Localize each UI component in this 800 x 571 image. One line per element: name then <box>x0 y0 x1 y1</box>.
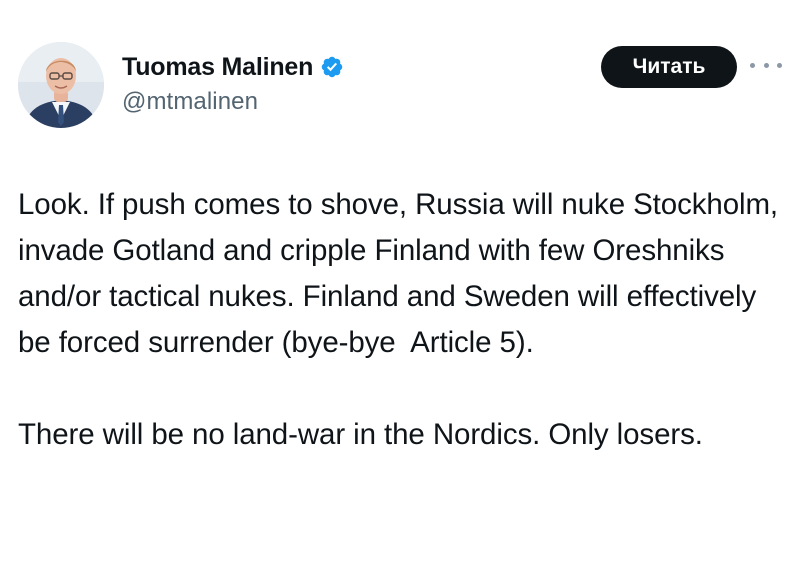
author-handle[interactable]: @mtmalinen <box>122 88 344 116</box>
tweet-paragraph-2: There will be no land-war in the Nordics… <box>18 418 703 451</box>
avatar[interactable] <box>18 42 104 128</box>
more-horizontal-icon[interactable] <box>750 58 782 72</box>
author-name[interactable]: Tuomas Malinen <box>122 53 313 82</box>
tweet-text: Look. If push comes to shove, Russia wil… <box>18 182 788 458</box>
avatar-image <box>18 42 104 128</box>
tweet-card: Tuomas Malinen @mtmalinen Читать Look. I… <box>0 0 800 571</box>
verified-badge-icon <box>320 55 344 79</box>
author-info: Tuomas Malinen @mtmalinen <box>122 52 344 116</box>
read-button[interactable]: Читать <box>601 46 737 88</box>
name-row: Tuomas Malinen <box>122 52 344 82</box>
tweet-paragraph-1: Look. If push comes to shove, Russia wil… <box>18 188 787 359</box>
